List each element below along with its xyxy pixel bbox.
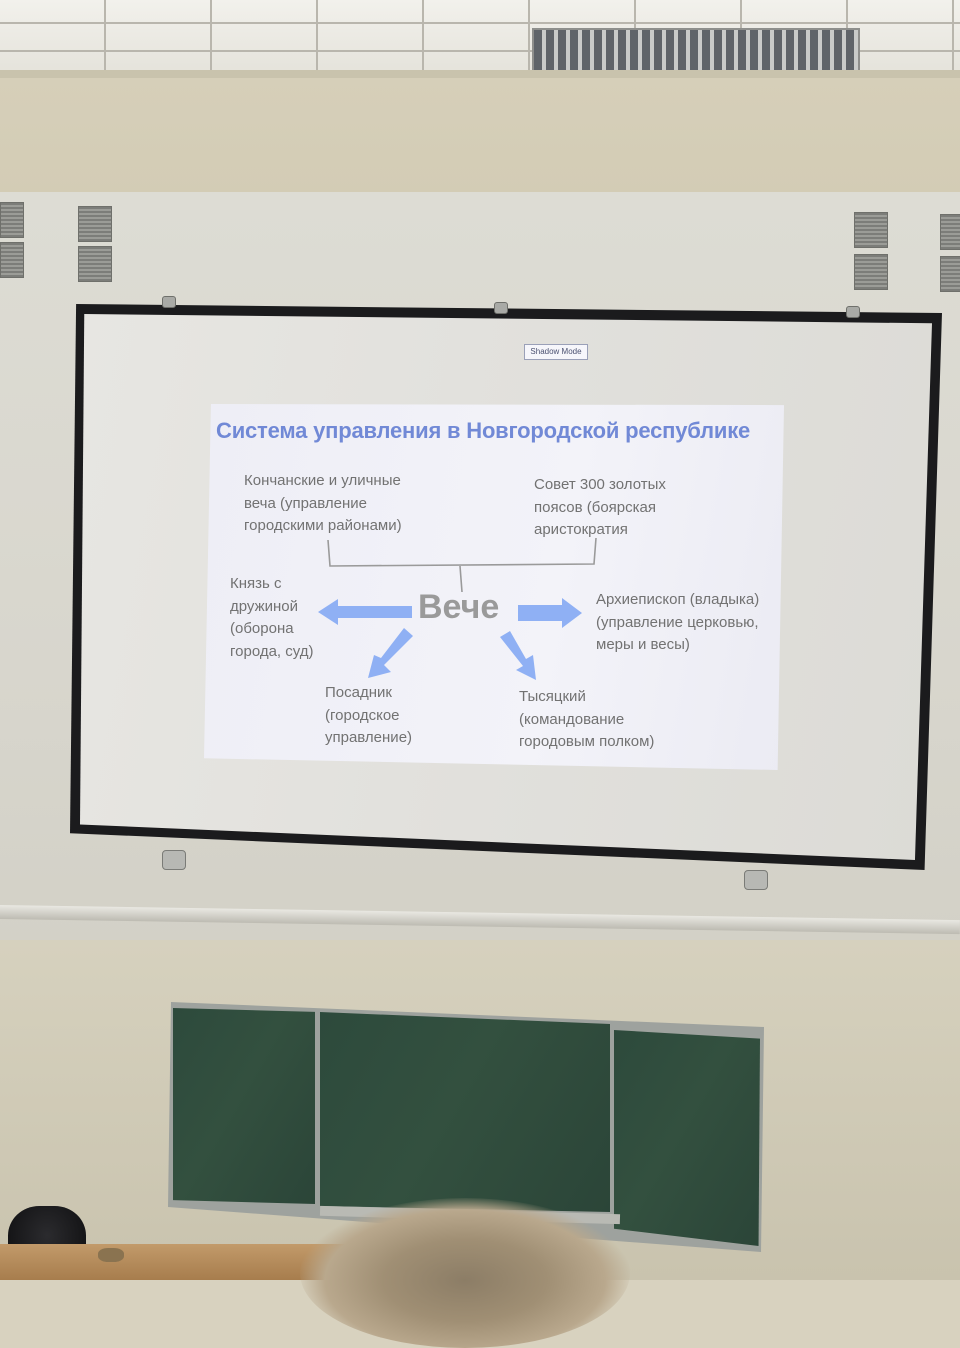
student-head xyxy=(300,1198,630,1348)
screen-hook xyxy=(744,870,768,890)
tape-roll xyxy=(98,1248,124,1262)
arrow-down-left-icon xyxy=(368,628,413,678)
screen-hook xyxy=(162,850,186,870)
arrow-left-icon xyxy=(318,599,412,625)
chalkboard-panel xyxy=(173,1008,315,1204)
chalkboard-panel xyxy=(320,1012,610,1212)
chalkboard-panel xyxy=(614,1030,760,1246)
grouping-bracket xyxy=(327,537,597,593)
arrow-down-right-icon xyxy=(500,631,536,680)
arrow-right-icon xyxy=(518,598,582,628)
